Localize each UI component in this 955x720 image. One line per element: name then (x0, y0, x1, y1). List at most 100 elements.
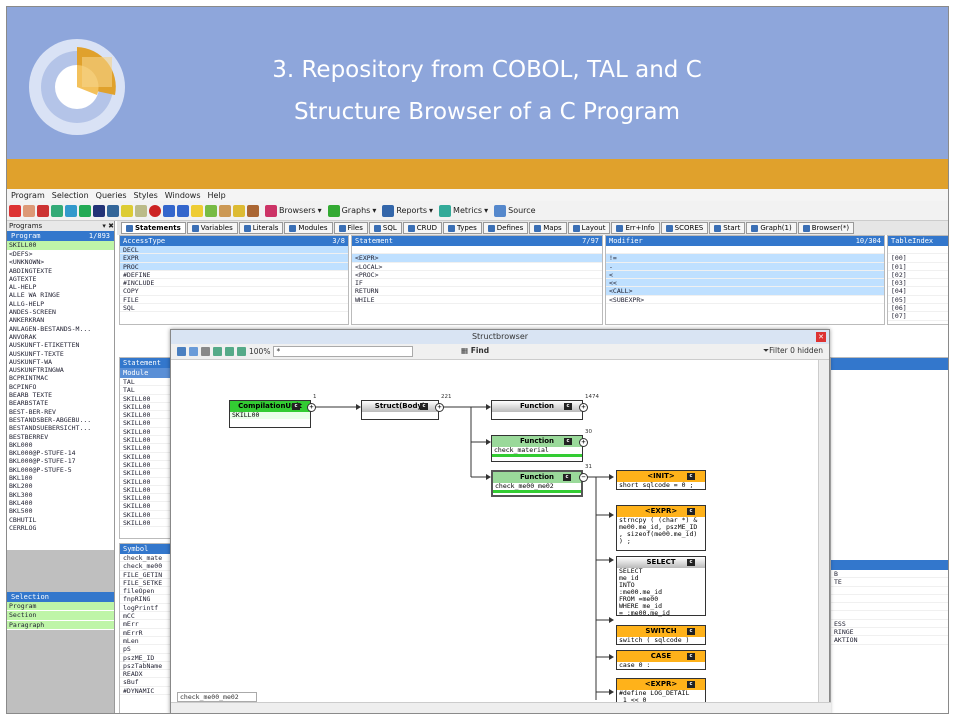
table-row[interactable]: pszTabName (120, 662, 170, 671)
node-expr-1[interactable]: <EXPR> c strncpy ( (char *) & me00.me_id,… (616, 505, 706, 551)
table-row[interactable]: SQL (120, 304, 348, 313)
table-row[interactable]: #DEFINE (120, 271, 348, 280)
list-item[interactable]: <DEFS> (7, 250, 114, 258)
menu-styles[interactable]: Styles (134, 191, 158, 200)
table-row[interactable]: COPY (120, 287, 348, 296)
tab-types[interactable]: Types (443, 222, 482, 234)
table-row[interactable]: ESS (831, 620, 948, 629)
list-item[interactable]: ANVORAK (7, 333, 114, 341)
table-row[interactable]: <PROC> (352, 271, 602, 280)
table-row[interactable] (831, 587, 948, 595)
table-row[interactable] (888, 246, 948, 255)
table-row[interactable]: [05] (888, 296, 948, 305)
list-item[interactable]: ABDINGTEXTE (7, 267, 114, 275)
tab-start[interactable]: Start (709, 222, 746, 234)
table-row[interactable]: RINGE (831, 628, 948, 637)
list-item[interactable]: AUSKUNFTRINGWA (7, 366, 114, 374)
node-switch[interactable]: SWITCH c switch ( sqlcode ) (616, 625, 706, 645)
tab-scores[interactable]: SCORES (660, 222, 709, 234)
find-button[interactable]: ▦ Find (461, 346, 489, 355)
table-row[interactable]: fnpRING (120, 595, 170, 604)
table-row[interactable]: SKILL00 (120, 519, 170, 528)
table-row[interactable]: #DYNAMIC (120, 687, 170, 696)
list-item[interactable]: BESTANDSUEBERSICHT... (7, 424, 114, 432)
star-icon[interactable] (121, 204, 133, 217)
list-item[interactable]: BCPINFO (7, 383, 114, 391)
close-icon[interactable]: ✕ (816, 332, 826, 342)
table-row[interactable]: [07] (888, 312, 948, 321)
list-item[interactable]: BKL100 (7, 474, 114, 482)
expand-icon[interactable]: + (579, 403, 588, 412)
list-item[interactable]: BESTANDSBER-ABGEBU... (7, 416, 114, 424)
metrics-dropdown[interactable]: Metrics ▾ (439, 204, 488, 217)
horizontal-scrollbar[interactable] (171, 702, 831, 713)
table-row[interactable]: <LOCAL> (352, 263, 602, 271)
table-row[interactable] (831, 595, 948, 604)
table-row[interactable]: SKILL00 (120, 494, 170, 503)
list-item[interactable]: AGTEXTE (7, 275, 114, 283)
open-icon[interactable] (23, 204, 35, 217)
table-row[interactable]: SKILL00 (120, 436, 170, 445)
zoom-out-icon[interactable] (225, 347, 234, 356)
table-row[interactable]: SKILL00 (120, 486, 170, 495)
vertical-scrollbar[interactable] (818, 360, 829, 704)
collapse-icon[interactable]: c (687, 559, 695, 566)
tab-files[interactable]: Files (333, 222, 368, 234)
table-row[interactable]: [01] (888, 263, 948, 271)
tab-literals[interactable]: Literals (238, 222, 284, 234)
list-item[interactable]: AUSKUNFT-ETIKETTEN (7, 341, 114, 349)
node-function-2[interactable]: Function c check_material (491, 435, 583, 462)
table-row[interactable]: mErrR (120, 629, 170, 637)
list-item[interactable]: ANDES-SCREEN (7, 308, 114, 316)
collapse-icon[interactable]: c (687, 508, 695, 515)
table-row[interactable]: SKILL00 (120, 403, 170, 412)
table-row[interactable]: < (606, 270, 884, 280)
table-row[interactable]: TAL (120, 378, 170, 387)
list-item[interactable]: BKL000@P-STUFE-14 (7, 449, 114, 457)
collapse-icon[interactable]: c (292, 403, 300, 410)
browsers-dropdown[interactable]: Browsers ▾ (265, 204, 322, 217)
table-row[interactable]: != (606, 254, 884, 263)
list-item[interactable]: BEARB TEXTE (7, 391, 114, 399)
menu-windows[interactable]: Windows (165, 191, 201, 200)
collapse-icon[interactable]: c (687, 653, 695, 660)
stop-icon[interactable] (9, 204, 21, 217)
fast-forward-icon[interactable] (177, 204, 189, 217)
list-item[interactable]: ALLE WA RINGE (7, 291, 114, 299)
tab-browser[interactable]: Browser(*) (797, 222, 855, 234)
table-row[interactable]: SKILL00 (120, 419, 170, 428)
table-row[interactable]: <CALL> (606, 287, 884, 296)
grid-icon[interactable] (79, 204, 91, 217)
table-row[interactable]: pS (120, 645, 170, 654)
graph-icon[interactable] (205, 204, 217, 217)
collapse-icon[interactable]: c (563, 474, 571, 481)
save-icon[interactable] (93, 204, 105, 217)
collapse-icon[interactable]: c (687, 628, 695, 635)
table-row[interactable]: <EXPR> (352, 254, 602, 263)
table-row[interactable]: mCC (120, 612, 170, 621)
tab-crud[interactable]: CRUD (402, 222, 443, 234)
collapse-minus-icon[interactable]: − (579, 473, 588, 482)
tab-graph-1[interactable]: Graph(1) (746, 222, 797, 234)
node-struct-body[interactable]: Struct(Body) c (361, 400, 439, 420)
table-row[interactable]: READX (120, 670, 170, 679)
lightning-icon[interactable] (191, 204, 203, 217)
table-row[interactable]: FILE (120, 296, 348, 305)
table-row[interactable]: SKILL00 (120, 461, 170, 470)
list-item[interactable]: BEARBSTATE (7, 399, 114, 407)
node-function-1[interactable]: Function c (491, 400, 583, 420)
collapse-icon[interactable]: c (564, 438, 572, 445)
node-compilation-unit[interactable]: CompilationUnit c SKILL00 (229, 400, 311, 428)
list-item[interactable]: BKL500 (7, 507, 114, 515)
selection-item[interactable]: Section (7, 611, 114, 621)
table-row[interactable]: B (831, 570, 948, 579)
bookmark-icon[interactable] (247, 204, 259, 217)
table-row[interactable]: WHILE (352, 296, 602, 305)
menu-help[interactable]: Help (208, 191, 226, 200)
table-row[interactable] (831, 603, 948, 612)
collapse-icon[interactable]: c (564, 403, 572, 410)
table-row[interactable]: AKTION (831, 636, 948, 645)
table-row[interactable]: [00] (888, 254, 948, 263)
list-item[interactable]: CBHUTIL (7, 516, 114, 524)
tab-maps[interactable]: Maps (529, 222, 567, 234)
